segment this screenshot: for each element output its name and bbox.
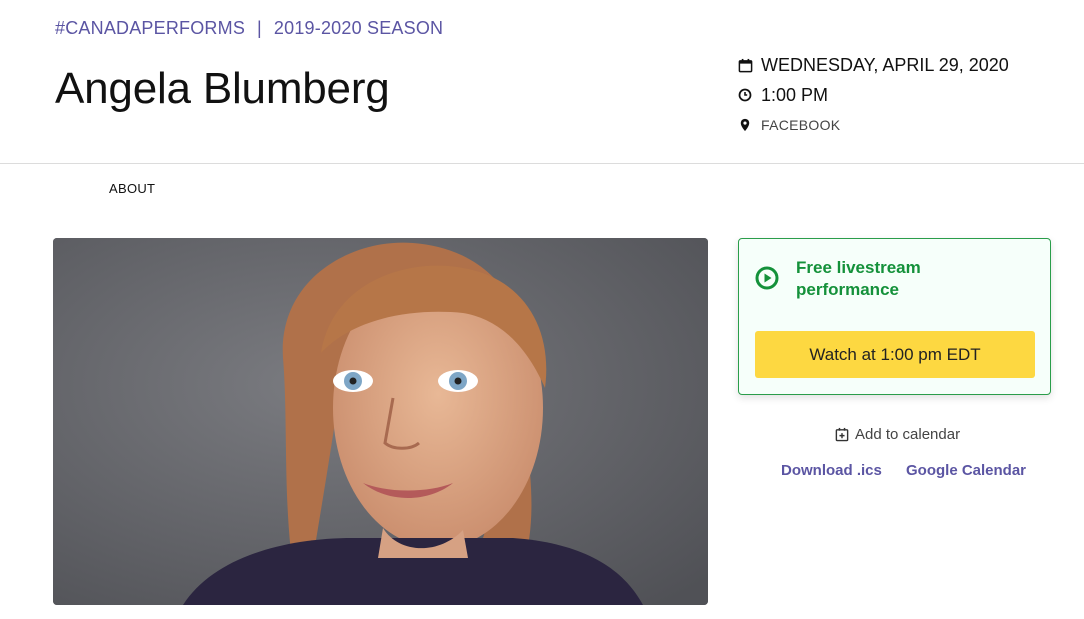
breadcrumb-separator: |	[257, 18, 262, 38]
play-circle-icon	[755, 266, 779, 290]
event-location: FACEBOOK	[761, 117, 841, 133]
calendar-icon	[737, 57, 753, 73]
event-date: WEDNESDAY, APRIL 29, 2020	[761, 54, 1009, 75]
event-location-row: FACEBOOK	[737, 110, 1009, 140]
google-calendar-wrapper: Google Calendar	[906, 462, 1026, 479]
performer-photo	[53, 238, 708, 605]
download-ics-wrapper: Download .ics	[781, 462, 882, 479]
breadcrumb-season-link[interactable]: 2019-2020 SEASON	[274, 18, 443, 39]
page-title: Angela Blumberg	[55, 64, 390, 113]
breadcrumb-tag-link[interactable]: #CANADAPERFORMS	[55, 18, 245, 39]
add-to-calendar-label: Add to calendar	[855, 426, 961, 443]
download-ics-link[interactable]: Download .ics	[781, 462, 882, 479]
clock-icon	[737, 87, 753, 103]
event-meta: WEDNESDAY, APRIL 29, 2020 1:00 PM FACEBO…	[737, 50, 1009, 140]
location-pin-icon	[737, 117, 753, 133]
calendar-plus-icon	[835, 427, 849, 442]
event-time: 1:00 PM	[761, 84, 829, 105]
livestream-label: Free livestream performance	[796, 258, 921, 299]
event-date-row: WEDNESDAY, APRIL 29, 2020	[737, 50, 1009, 80]
breadcrumb: #CANADAPERFORMS | 2019-2020 SEASON	[55, 18, 443, 39]
event-time-row: 1:00 PM	[737, 80, 1009, 110]
tab-about[interactable]: ABOUT	[109, 181, 155, 196]
add-to-calendar: Add to calendar	[835, 426, 960, 443]
livestream-card: Free livestream performance Watch at 1:0…	[738, 238, 1051, 395]
tab-bar: ABOUT	[109, 181, 155, 196]
watch-button[interactable]: Watch at 1:00 pm EDT	[755, 331, 1035, 378]
event-header: #CANADAPERFORMS | 2019-2020 SEASON Angel…	[0, 0, 1084, 164]
google-calendar-link[interactable]: Google Calendar	[906, 462, 1026, 479]
